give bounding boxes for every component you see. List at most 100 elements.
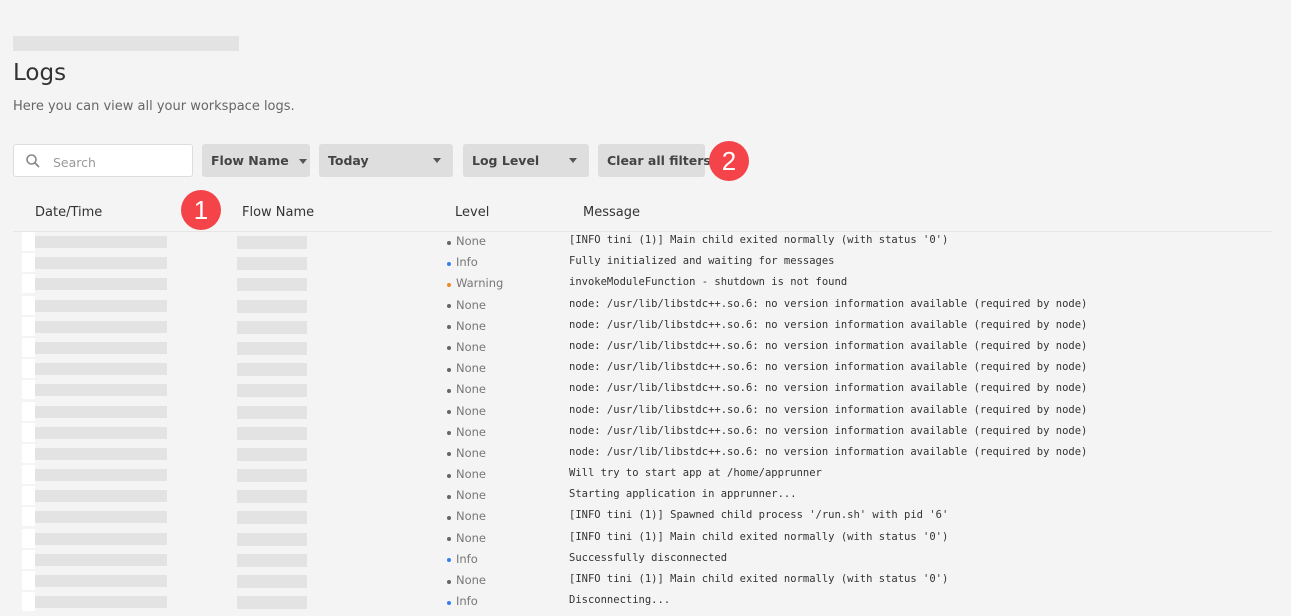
- log-row[interactable]: None Starting application in apprunner...: [0, 485, 1291, 506]
- level-label: None: [456, 297, 487, 312]
- level-dot-icon: [447, 515, 451, 520]
- log-row[interactable]: None node: /usr/lib/libstdc++.so.6: no ve…: [0, 401, 1291, 422]
- log-row[interactable]: None Will try to start app at /home/appru…: [0, 464, 1291, 485]
- log-row[interactable]: None node: /usr/lib/libstdc++.so.6: no ve…: [0, 316, 1291, 337]
- flow-name-dropdown-label: Flow Name: [211, 153, 289, 168]
- column-header-level[interactable]: Level: [455, 205, 489, 220]
- log-row[interactable]: None [INFO tini (1)] Main child exited no…: [0, 570, 1291, 591]
- datetime-redacted: [35, 532, 167, 545]
- row-marker: [22, 422, 35, 442]
- log-row[interactable]: None [INFO tini (1)] Spawned child proces…: [0, 506, 1291, 527]
- flow-name-redacted: [237, 405, 307, 419]
- level-label: None: [456, 318, 487, 333]
- level-cell: None: [447, 404, 486, 418]
- column-header-flow-name[interactable]: Flow Name: [242, 205, 314, 220]
- level-label: None: [456, 488, 487, 503]
- message-cell: node: /usr/lib/libstdc++.so.6: no versio…: [569, 382, 1088, 395]
- clear-all-filters-button[interactable]: Clear all filters: [598, 144, 711, 177]
- log-row[interactable]: None node: /usr/lib/libstdc++.so.6: no ve…: [0, 422, 1291, 443]
- datetime-redacted: [35, 384, 167, 397]
- flow-name-redacted: [237, 299, 307, 313]
- log-row[interactable]: None [INFO tini (1)] Main child exited no…: [0, 231, 1291, 252]
- flow-name-redacted: [237, 553, 307, 567]
- log-row[interactable]: None [INFO tini (1)] Main child exited no…: [0, 528, 1291, 549]
- datetime-redacted: [35, 511, 167, 524]
- datetime-redacted: [35, 469, 167, 482]
- level-dot-icon: [447, 304, 451, 309]
- message-cell: Starting application in apprunner...: [569, 488, 797, 501]
- level-label: Warning: [456, 276, 504, 291]
- level-cell: None: [447, 573, 486, 587]
- chevron-down-icon: [433, 158, 441, 163]
- level-dot-icon: [447, 494, 451, 499]
- level-label: None: [456, 530, 487, 545]
- row-marker: [22, 549, 35, 569]
- breadcrumb-redacted: [13, 36, 239, 51]
- log-row[interactable]: Info Fully initialized and waiting for me…: [0, 252, 1291, 273]
- row-marker: [22, 571, 35, 590]
- log-row[interactable]: Info Successfully disconnected: [0, 549, 1291, 570]
- search-field[interactable]: [13, 144, 193, 177]
- level-cell: None: [447, 488, 486, 502]
- datetime-redacted: [35, 575, 167, 587]
- message-cell: [INFO tini (1)] Main child exited normal…: [569, 234, 949, 246]
- row-marker: [22, 507, 35, 527]
- log-row[interactable]: None node: /usr/lib/libstdc++.so.6: no ve…: [0, 295, 1291, 316]
- row-marker: [22, 232, 35, 251]
- log-row[interactable]: None node: /usr/lib/libstdc++.so.6: no ve…: [0, 443, 1291, 464]
- row-marker: [22, 465, 35, 485]
- level-cell: None: [447, 361, 486, 375]
- date-range-dropdown[interactable]: Today: [319, 144, 453, 177]
- level-cell: None: [447, 509, 486, 523]
- log-table-body: None [INFO tini (1)] Main child exited no…: [0, 231, 1291, 612]
- datetime-redacted: [35, 553, 167, 566]
- level-label: None: [456, 467, 487, 482]
- search-input[interactable]: [51, 151, 185, 173]
- level-cell: None: [447, 382, 486, 396]
- row-marker: [22, 486, 35, 506]
- level-dot-icon: [447, 410, 451, 414]
- row-marker: [22, 443, 35, 463]
- row-marker: [22, 295, 35, 315]
- message-cell: node: /usr/lib/libstdc++.so.6: no versio…: [569, 361, 1088, 374]
- log-row[interactable]: None node: /usr/lib/libstdc++.so.6: no ve…: [0, 358, 1291, 379]
- level-label: Info: [456, 255, 478, 270]
- level-cell: None: [447, 446, 486, 460]
- flow-name-redacted: [237, 320, 307, 334]
- flow-name-redacted: [237, 596, 307, 610]
- flow-name-redacted: [237, 341, 307, 355]
- level-cell: None: [447, 319, 486, 333]
- annotation-badge-2: 2: [709, 141, 749, 181]
- log-level-dropdown[interactable]: Log Level: [463, 144, 589, 177]
- level-label: None: [456, 234, 487, 248]
- row-marker: [22, 337, 35, 357]
- flow-name-redacted: [237, 532, 307, 546]
- flow-name-redacted: [237, 469, 307, 483]
- level-dot-icon: [447, 261, 451, 266]
- column-header-datetime[interactable]: Date/Time: [35, 205, 102, 220]
- log-row[interactable]: None node: /usr/lib/libstdc++.so.6: no ve…: [0, 379, 1291, 400]
- log-row[interactable]: None node: /usr/lib/libstdc++.so.6: no ve…: [0, 337, 1291, 358]
- column-header-message[interactable]: Message: [583, 205, 640, 220]
- level-cell: Info: [447, 594, 478, 608]
- message-cell: [INFO tini (1)] Spawned child process '/…: [569, 509, 949, 522]
- log-row[interactable]: Warning invokeModuleFunction - shutdown i…: [0, 273, 1291, 294]
- level-cell: None: [447, 340, 486, 354]
- level-cell: None: [447, 467, 486, 481]
- flow-name-redacted: [237, 511, 307, 525]
- row-marker: [22, 401, 35, 421]
- message-cell: invokeModuleFunction - shutdown is not f…: [569, 276, 848, 289]
- flow-name-dropdown[interactable]: Flow Name: [202, 144, 310, 177]
- level-dot-icon: [447, 473, 451, 478]
- level-cell: None: [447, 531, 486, 545]
- message-cell: node: /usr/lib/libstdc++.so.6: no versio…: [569, 339, 1088, 352]
- flow-name-redacted: [237, 384, 307, 398]
- datetime-redacted: [35, 341, 167, 354]
- row-marker: [22, 592, 35, 612]
- level-dot-icon: [447, 367, 451, 372]
- log-row[interactable]: Info Disconnecting...: [0, 591, 1291, 612]
- level-cell: None: [447, 298, 486, 312]
- message-cell: [INFO tini (1)] Main child exited normal…: [569, 573, 949, 585]
- level-label: Info: [456, 594, 478, 609]
- flow-name-redacted: [237, 447, 307, 461]
